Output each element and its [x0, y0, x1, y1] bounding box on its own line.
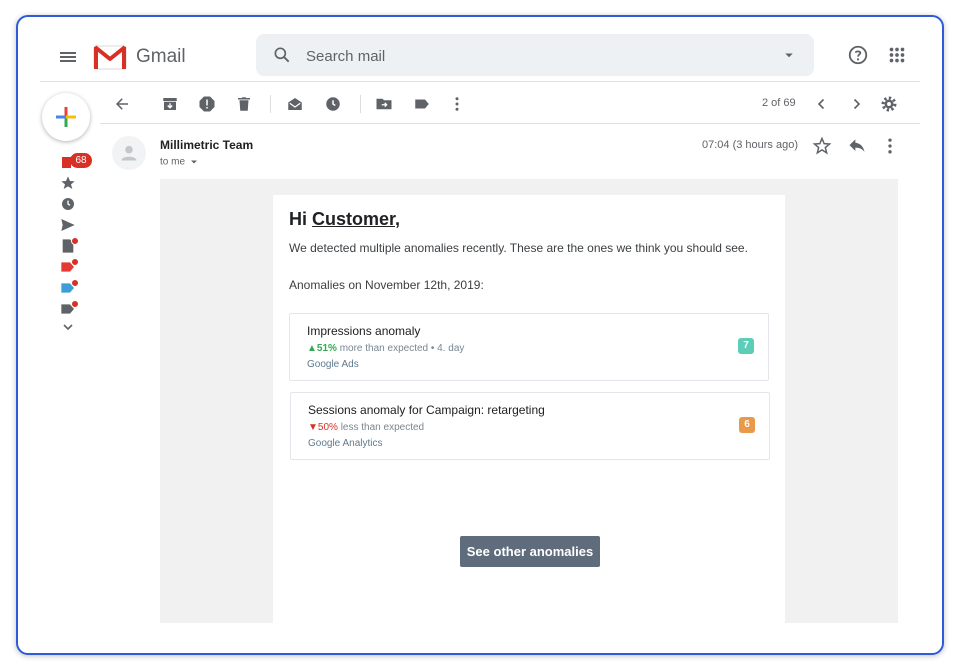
recipient-caret-icon	[190, 160, 197, 164]
more-labels-chevron-down-icon[interactable]	[60, 319, 76, 335]
header-divider	[40, 81, 920, 82]
search-bar[interactable]	[256, 34, 814, 78]
change-down-percent: ▼50%	[308, 422, 338, 433]
intro-text: We detected multiple anomalies recently.…	[289, 241, 748, 255]
back-arrow-icon[interactable]	[113, 95, 131, 113]
message-time: 07:04 (3 hours ago)	[702, 139, 799, 151]
gmail-logo[interactable]	[92, 43, 128, 71]
gmail-m-icon	[93, 45, 127, 70]
inbox-unread-badge: 68	[70, 153, 92, 168]
search-icon[interactable]	[272, 45, 292, 65]
drafts-indicator-dot	[71, 237, 79, 245]
browser-frame: Gmail 68	[16, 15, 944, 655]
person-icon	[121, 145, 137, 161]
change-description: less than expected	[337, 422, 425, 433]
help-icon[interactable]	[847, 44, 869, 66]
anomaly-source: Google Ads	[307, 359, 359, 370]
change-up-percent: ▲51%	[307, 343, 337, 354]
snoozed-clock-icon[interactable]	[60, 196, 76, 212]
greeting-prefix: Hi	[289, 209, 313, 229]
snooze-clock-icon[interactable]	[324, 95, 342, 113]
anomaly-title: Sessions anomaly for Campaign: retargeti…	[308, 403, 545, 417]
newer-chevron-left-icon[interactable]	[813, 95, 831, 113]
starred-icon[interactable]	[60, 175, 76, 191]
anomaly-score-badge: 6	[739, 417, 755, 433]
greeting-heading: Hi Customer,	[289, 209, 400, 230]
change-description: more than expected • 4. day	[336, 343, 465, 354]
report-spam-icon[interactable]	[198, 95, 216, 113]
customer-name: Customer,	[312, 209, 401, 229]
toolbar-divider	[100, 123, 920, 124]
anomaly-change: ▼50% less than expected	[308, 422, 424, 433]
search-options-caret-icon[interactable]	[780, 46, 798, 64]
toolbar-separator	[360, 95, 361, 113]
sent-icon[interactable]	[60, 217, 76, 233]
sender-avatar	[112, 136, 146, 170]
label-blue-indicator-dot	[71, 279, 79, 287]
more-options-vertical-icon[interactable]	[448, 95, 466, 113]
reply-arrow-icon[interactable]	[847, 136, 867, 156]
brand-name: Gmail	[136, 46, 186, 67]
label-tag-icon[interactable]	[413, 95, 431, 113]
compose-plus-icon	[56, 107, 76, 127]
anomaly-source: Google Analytics	[308, 438, 383, 449]
anomaly-change: ▲51% more than expected • 4. day	[307, 343, 464, 354]
message-more-vertical-icon[interactable]	[880, 136, 900, 156]
older-chevron-right-icon[interactable]	[847, 95, 865, 113]
anomaly-card[interactable]: Impressions anomaly ▲51% more than expec…	[289, 313, 769, 381]
pagination-count: 2 of 69	[762, 97, 796, 109]
recipient-dropdown[interactable]: to me	[160, 156, 200, 168]
toolbar-separator	[270, 95, 271, 113]
archive-icon[interactable]	[161, 95, 179, 113]
recipient-label: to me	[160, 156, 186, 168]
hamburger-icon	[60, 52, 76, 62]
email-content-card: Hi Customer, We detected multiple anomal…	[273, 195, 785, 623]
move-to-folder-icon[interactable]	[375, 95, 393, 113]
anomaly-card[interactable]: Sessions anomaly for Campaign: retargeti…	[290, 392, 770, 460]
anomaly-title: Impressions anomaly	[307, 324, 421, 338]
compose-button[interactable]	[42, 93, 90, 141]
label-red-indicator-dot	[71, 258, 79, 266]
star-outline-icon[interactable]	[812, 136, 832, 156]
anomaly-date-heading: Anomalies on November 12th, 2019:	[289, 278, 484, 292]
label-grey-indicator-dot	[71, 300, 79, 308]
anomaly-score-badge: 7	[738, 338, 754, 354]
mark-unread-icon[interactable]	[286, 95, 304, 113]
apps-grid-icon[interactable]	[886, 44, 908, 66]
main-menu-button[interactable]	[56, 45, 80, 69]
search-input[interactable]	[304, 34, 768, 78]
sender-name[interactable]: Millimetric Team	[160, 138, 253, 152]
delete-trash-icon[interactable]	[235, 95, 253, 113]
see-other-anomalies-button[interactable]: See other anomalies	[460, 536, 600, 567]
settings-gear-icon[interactable]	[880, 95, 898, 113]
